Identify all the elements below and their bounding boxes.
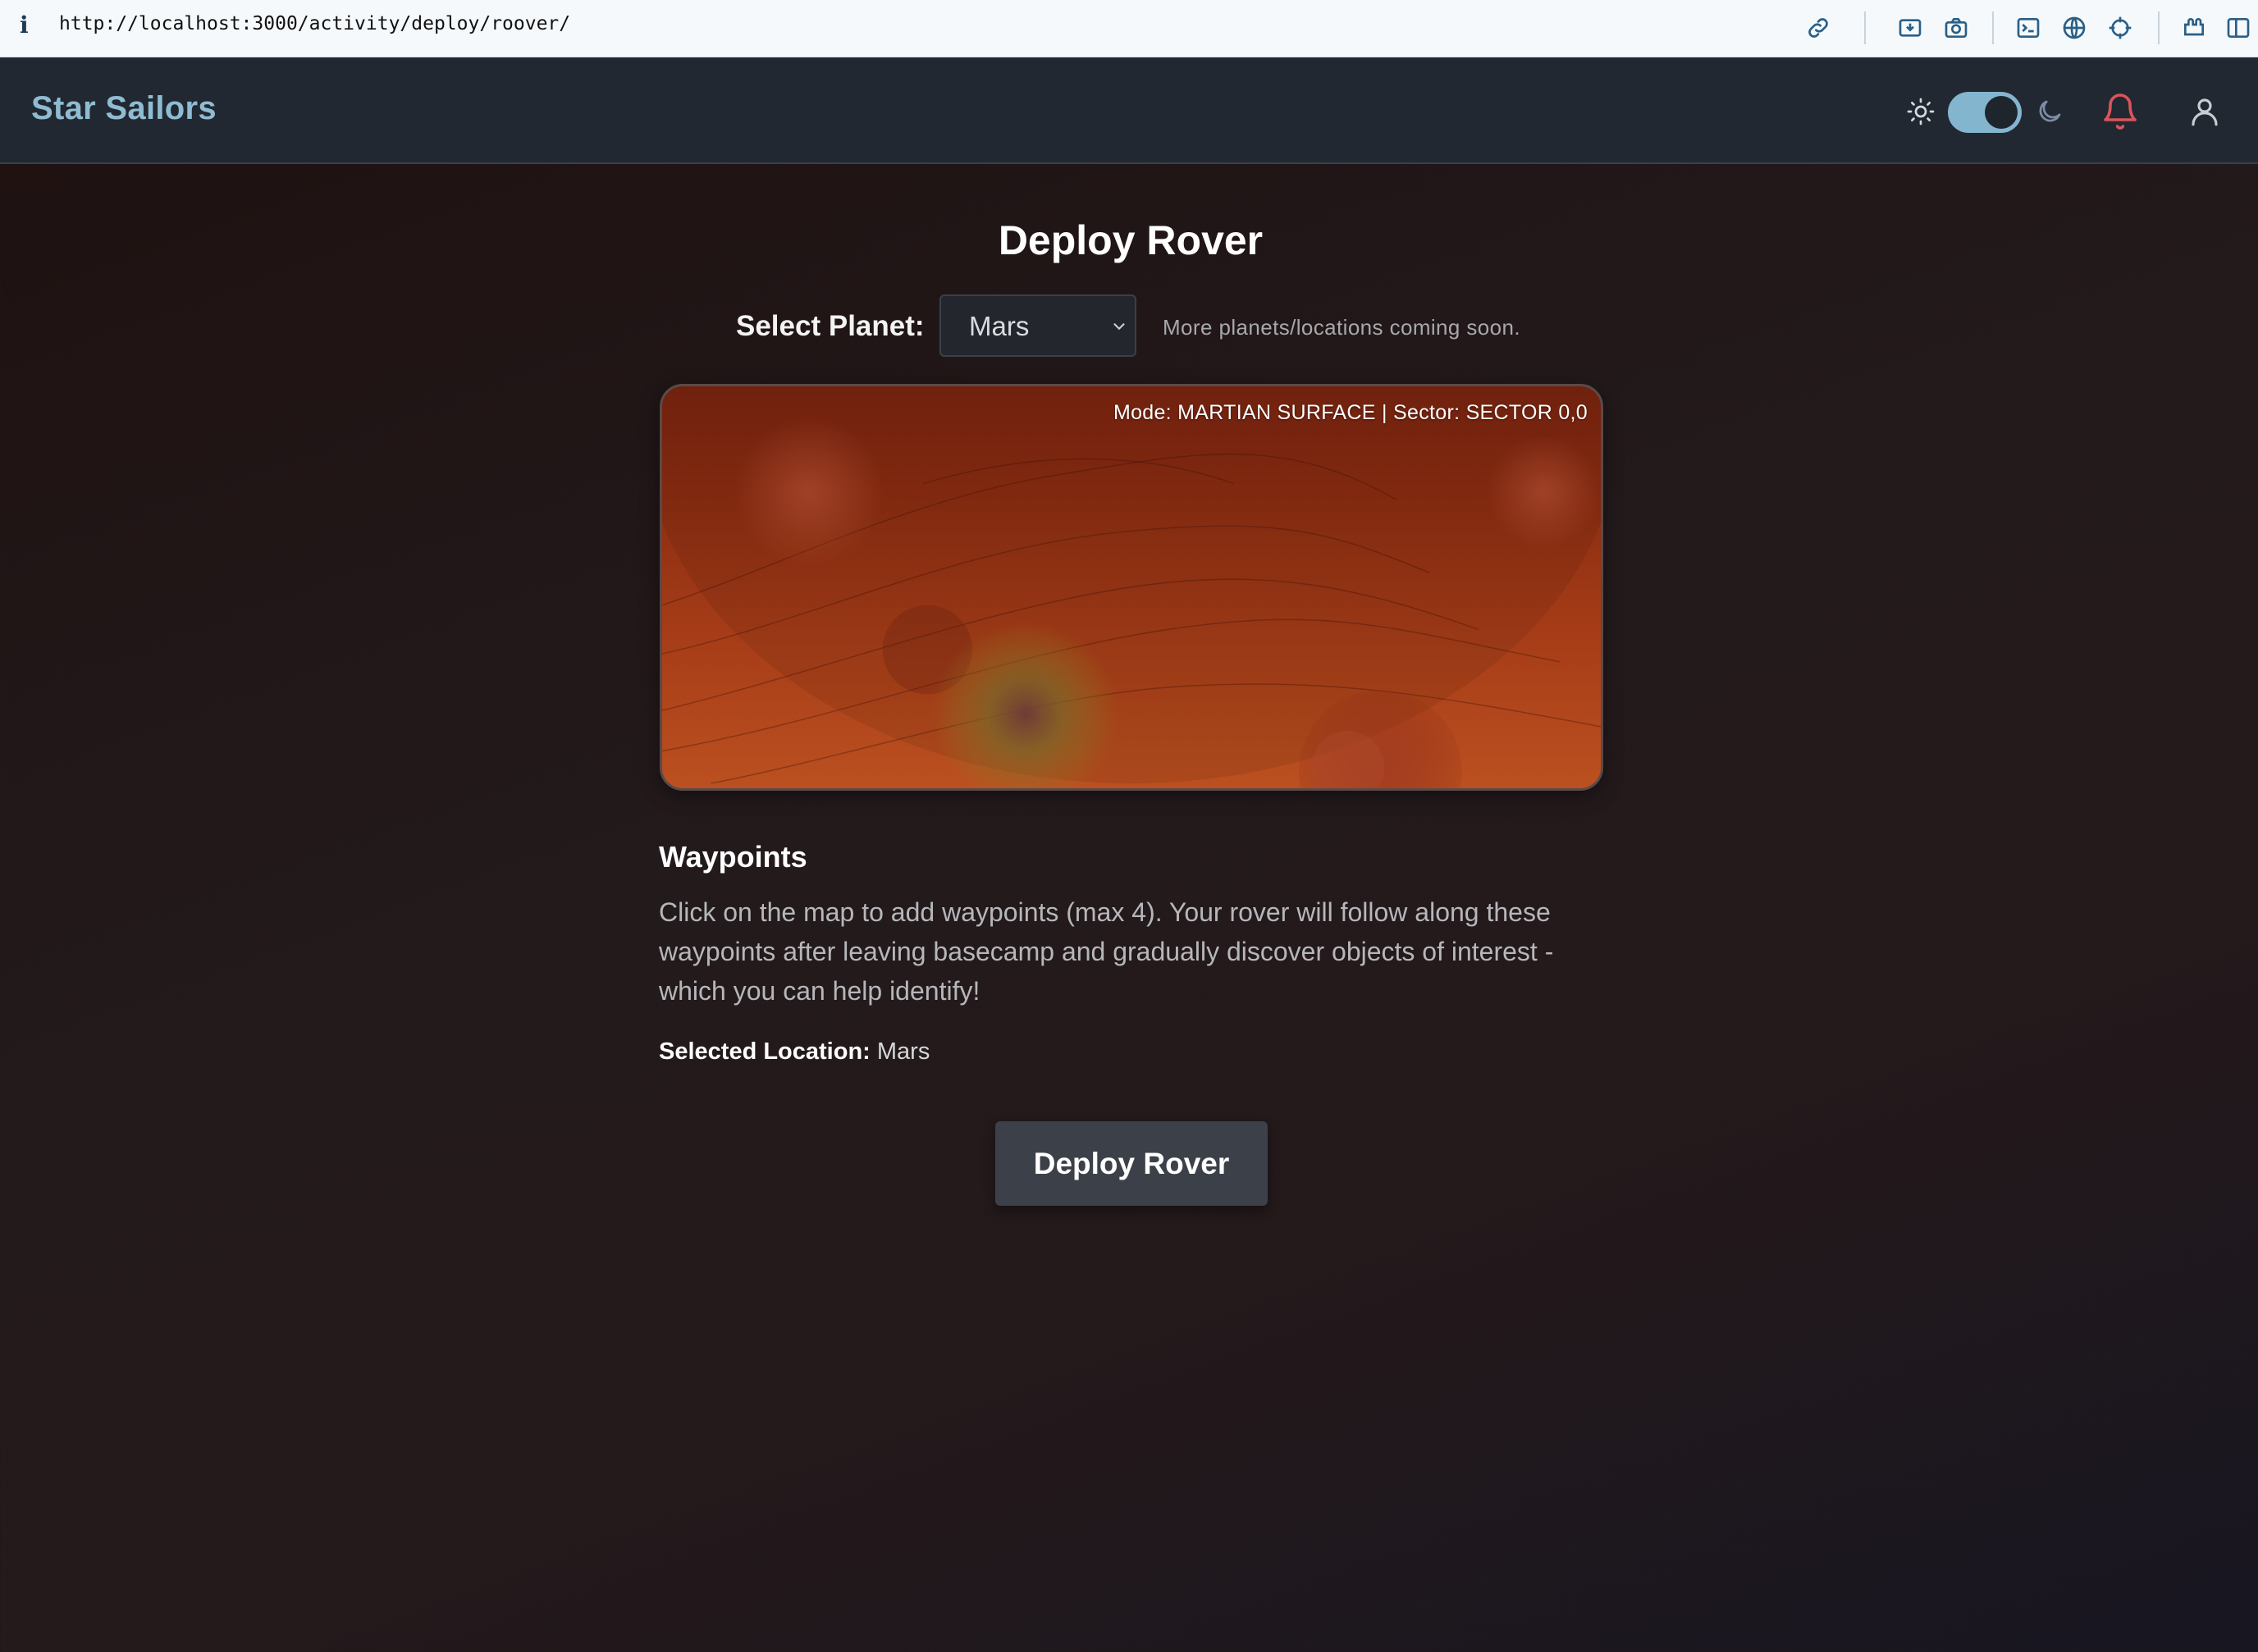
globe-icon[interactable] [2058,11,2091,44]
waypoints-description: Click on the map to add waypoints (max 4… [659,897,1554,1006]
crosshair-icon[interactable] [2104,11,2137,44]
deploy-rover-button[interactable]: Deploy Rover [995,1121,1268,1206]
link-icon[interactable] [1802,11,1835,44]
app-header: Star Sailors [0,57,2258,164]
terrain-illustration [662,386,1601,788]
brand-logo[interactable]: Star Sailors [31,90,217,127]
moon-icon [2039,100,2061,122]
info-icon[interactable]: i [20,11,29,39]
browser-toolbar: i http://localhost:3000/activity/deploy/… [0,0,2258,57]
waypoints-heading: Waypoints [659,840,807,874]
selected-location: Selected Location: Mars [659,1038,930,1066]
page-title: Deploy Rover [998,217,1264,263]
theme-toggle[interactable] [1948,92,2022,133]
sidebar-icon[interactable] [2222,11,2255,44]
toggle-knob [1985,96,2018,129]
extensions-icon[interactable] [2178,11,2210,44]
map-mode-label: Mode: MARTIAN SURFACE | Sector: SECTOR 0… [1113,401,1588,424]
toolbar-separator [2158,11,2160,44]
planet-label: Select Planet: [736,310,925,342]
mars-surface-map[interactable]: Mode: MARTIAN SURFACE | Sector: SECTOR 0… [660,384,1603,791]
coming-soon-note: More planets/locations coming soon. [1163,315,1521,340]
sun-icon [1907,98,1935,125]
selected-location-label: Selected Location: [659,1038,871,1065]
planet-select-value: Mars [969,311,1030,341]
save-page-icon[interactable] [1894,11,1927,44]
chevron-down-icon [1113,323,1125,331]
camera-icon[interactable] [1940,11,1972,44]
toolbar-separator [1992,11,1994,44]
bell-icon[interactable] [2100,92,2140,131]
terminal-icon[interactable] [2012,11,2045,44]
planet-select[interactable]: Mars [939,294,1136,357]
selected-location-value: Mars [876,1038,930,1065]
address-bar[interactable]: http://localhost:3000/activity/deploy/ro… [59,13,570,34]
user-icon[interactable] [2187,94,2222,130]
toolbar-separator [1864,11,1866,44]
